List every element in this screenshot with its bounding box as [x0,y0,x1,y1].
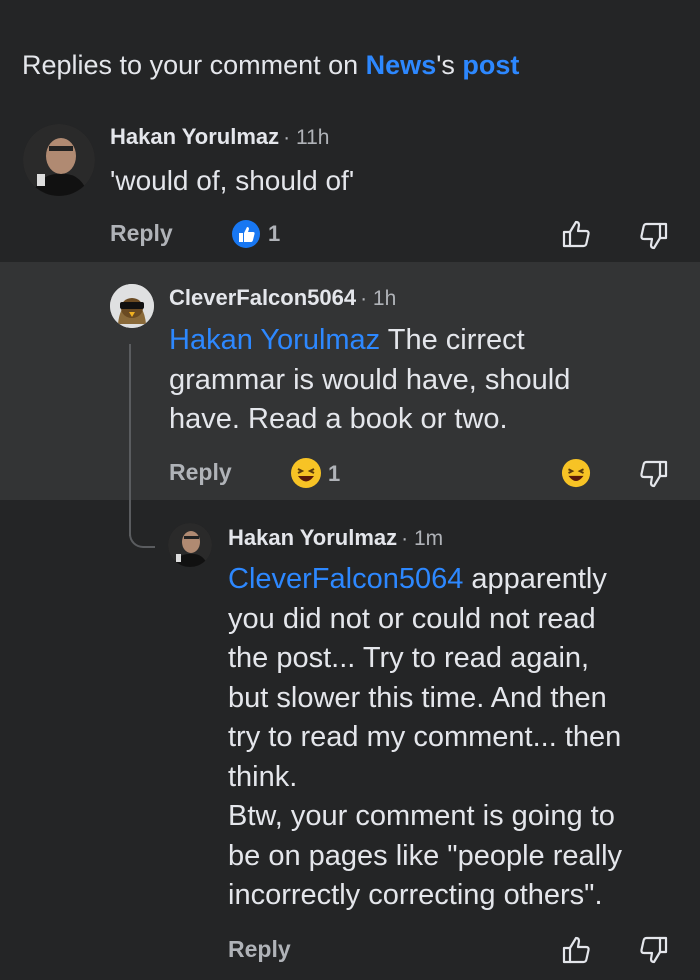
author-name[interactable]: Hakan Yorulmaz [228,525,397,550]
thread-connector [129,520,155,548]
text-line: apparently [471,563,607,595]
header-possessive: 's [436,50,463,80]
page-name-link[interactable]: News [366,50,437,80]
text-line: have. Read a book or two. [169,403,508,435]
text-line: but slower this time. And then [228,681,607,714]
comment-time: · 1m [401,527,444,550]
reply-button[interactable]: Reply [169,459,232,486]
notification-header: Replies to your comment on News's post [22,50,519,81]
text-line: the post... Try to read again, [228,642,590,674]
reaction-count: 1 [268,221,281,246]
author-name[interactable]: CleverFalcon5064 [169,285,356,310]
avatar[interactable] [168,523,212,567]
text-line: you did not or could not read [228,602,596,635]
comment-text: CleverFalcon5064 apparently you did not … [228,560,693,916]
reply-button[interactable]: Reply [228,936,291,963]
thumbs-up-icon[interactable] [560,934,592,971]
text-line: think. [228,760,298,793]
text-line: Btw, your comment is going to [228,800,615,832]
comment-author[interactable]: Hakan Yorulmaz · 11h [110,124,329,150]
text-line: be on pages like "people really [228,839,623,872]
comment-text: Hakan Yorulmaz The cirrect grammar is wo… [169,321,689,440]
thread-line [129,344,131,536]
thumbs-up-icon[interactable] [560,218,592,255]
text-line: The cirrect [387,324,525,356]
laughing-emoji-icon[interactable] [561,458,591,493]
mention-link[interactable]: CleverFalcon5064 [228,563,463,595]
header-prefix: Replies to your comment on [22,50,366,80]
comment-author[interactable]: Hakan Yorulmaz · 1m [228,525,443,551]
post-link[interactable]: post [462,50,519,80]
laughing-emoji-icon[interactable] [290,457,322,494]
like-reaction-icon[interactable] [231,219,261,254]
author-name[interactable]: Hakan Yorulmaz [110,124,279,149]
comment-time: · 11h [283,126,330,149]
thumbs-down-icon[interactable] [638,934,670,971]
reaction-count: 1 [328,461,341,486]
comment-time: · 1h [360,287,397,310]
avatar[interactable] [23,124,95,196]
comment-text: 'would of, should of' [110,165,355,196]
mention-link[interactable]: Hakan Yorulmaz [169,324,380,356]
text-line: try to read my comment... then [228,721,622,753]
reply-button[interactable]: Reply [110,220,173,247]
avatar[interactable] [110,284,154,328]
thumbs-down-icon[interactable] [638,458,670,495]
text-line: incorrectly correcting others". [228,879,603,911]
thumbs-down-icon[interactable] [638,220,670,257]
comment-author[interactable]: CleverFalcon5064 · 1h [169,285,396,311]
text-line: grammar is would have, should [169,363,571,396]
